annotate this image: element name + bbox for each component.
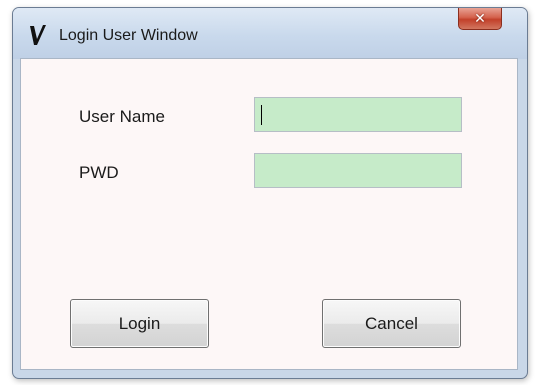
login-button[interactable]: Login	[70, 299, 209, 348]
pwd-label: PWD	[79, 163, 119, 182]
pwd-input[interactable]	[254, 153, 462, 188]
username-input[interactable]	[254, 97, 462, 132]
text-caret	[261, 105, 262, 125]
cancel-button[interactable]: Cancel	[322, 299, 461, 348]
username-label: User Name	[79, 107, 165, 126]
